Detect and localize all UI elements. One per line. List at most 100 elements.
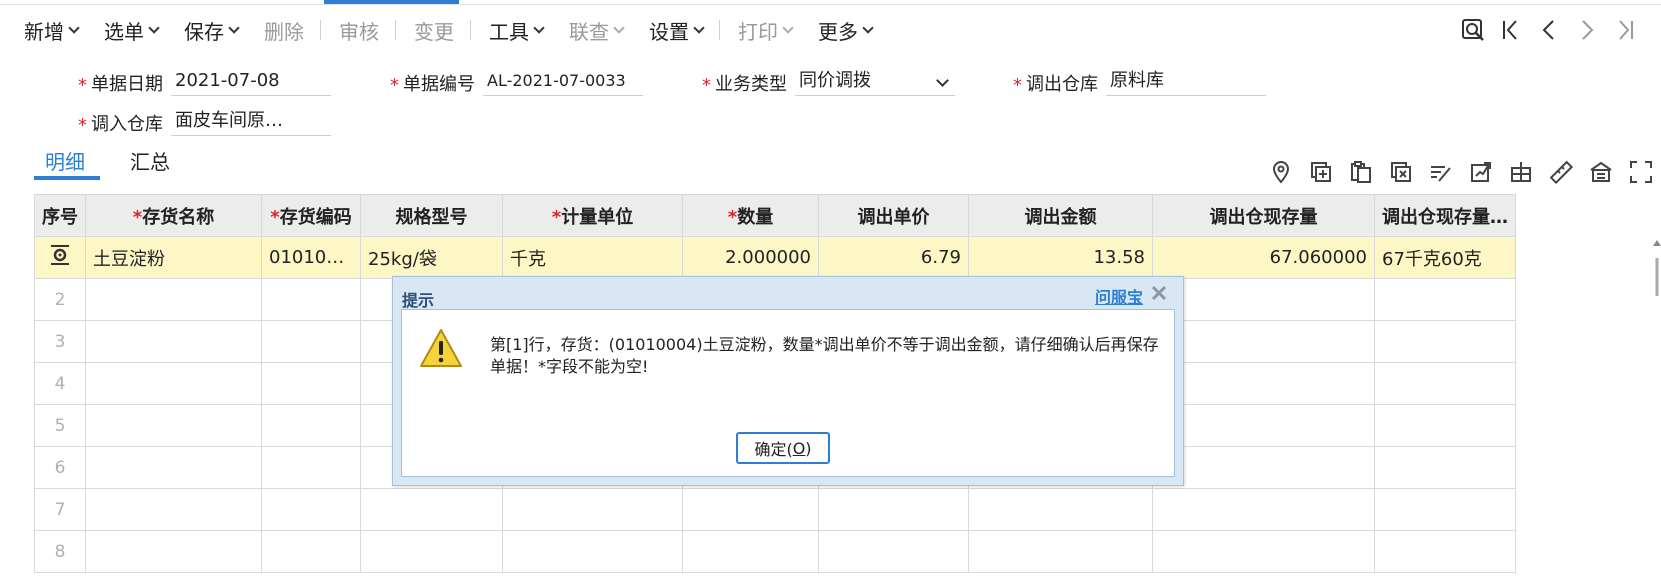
export-icon[interactable] bbox=[1469, 160, 1493, 184]
print-menu[interactable]: 打印 bbox=[738, 6, 794, 54]
col-header-spec[interactable]: 规格型号 bbox=[360, 194, 503, 237]
close-icon[interactable] bbox=[1149, 283, 1169, 303]
grid-cell[interactable] bbox=[85, 404, 262, 447]
col-header-unit-label: 计量单位 bbox=[561, 206, 634, 228]
copy-row-icon[interactable] bbox=[1349, 160, 1373, 184]
grid-cell[interactable] bbox=[261, 278, 361, 321]
tab-detail[interactable]: 明细 bbox=[45, 146, 85, 180]
grid-cell[interactable] bbox=[968, 530, 1153, 573]
add-row-icon[interactable] bbox=[1309, 160, 1333, 184]
linked-query-menu[interactable]: 联查 bbox=[569, 6, 625, 54]
in-warehouse-input[interactable]: 面皮车间原… bbox=[171, 106, 331, 136]
audit-button[interactable]: 审核 bbox=[339, 6, 379, 54]
next-page-icon[interactable] bbox=[1575, 18, 1599, 42]
biz-type-select[interactable]: 同价调拨 bbox=[795, 66, 955, 96]
warehouse-icon[interactable] bbox=[1589, 160, 1613, 184]
row-settings-icon[interactable] bbox=[49, 244, 71, 266]
first-page-icon[interactable] bbox=[1499, 18, 1523, 42]
cell-stock: 67.060000 bbox=[1152, 236, 1375, 279]
audit-button-label: 审核 bbox=[339, 19, 379, 44]
toolbar-separator bbox=[395, 20, 396, 40]
save-menu[interactable]: 保存 bbox=[184, 6, 240, 54]
ok-button[interactable]: 确定(O) bbox=[736, 432, 830, 464]
grid-cell[interactable] bbox=[502, 530, 683, 573]
doc-date-field: * 单据日期 2021-07-08 bbox=[78, 66, 331, 96]
last-page-icon[interactable] bbox=[1613, 18, 1637, 42]
settings-menu[interactable]: 设置 bbox=[649, 6, 705, 54]
select-menu[interactable]: 选单 bbox=[104, 6, 160, 54]
grid-cell[interactable] bbox=[360, 488, 503, 531]
col-header-name[interactable]: *存货名称 bbox=[85, 194, 262, 237]
tools-menu[interactable]: 工具 bbox=[489, 6, 545, 54]
tab-summary[interactable]: 汇总 bbox=[130, 146, 170, 180]
top-divider bbox=[0, 4, 1661, 5]
grid-cell[interactable] bbox=[261, 488, 361, 531]
grid-cell[interactable] bbox=[85, 320, 262, 363]
new-menu[interactable]: 新增 bbox=[24, 6, 80, 54]
search-doc-icon[interactable] bbox=[1461, 18, 1485, 42]
grid-cell[interactable] bbox=[261, 320, 361, 363]
grid-cell[interactable] bbox=[85, 488, 262, 531]
doc-no-input[interactable]: AL-2021-07-0033 bbox=[483, 66, 643, 96]
cell-price[interactable]: 6.79 bbox=[818, 236, 969, 279]
col-header-code[interactable]: *存货编码 bbox=[261, 194, 361, 237]
cell-name[interactable]: 土豆淀粉 bbox=[85, 236, 262, 279]
split-icon[interactable] bbox=[1509, 160, 1533, 184]
grid-cell[interactable] bbox=[682, 488, 819, 531]
grid-cell bbox=[1374, 488, 1516, 531]
col-header-stock[interactable]: 调出仓现存量 bbox=[1152, 194, 1375, 237]
grid-cell[interactable] bbox=[85, 446, 262, 489]
cell-code[interactable]: 01010… bbox=[261, 236, 361, 279]
grid-cell[interactable] bbox=[818, 488, 969, 531]
doc-no-field: * 单据编号 AL-2021-07-0033 bbox=[390, 66, 643, 96]
grid-cell[interactable] bbox=[502, 488, 683, 531]
grid-cell[interactable] bbox=[818, 530, 969, 573]
grid-cell[interactable] bbox=[968, 488, 1153, 531]
table-row[interactable]: 7 bbox=[34, 488, 1516, 531]
out-warehouse-input[interactable]: 原料库 bbox=[1106, 66, 1266, 96]
change-button[interactable]: 变更 bbox=[414, 6, 454, 54]
col-header-qty[interactable]: *数量 bbox=[682, 194, 819, 237]
grid-scrollbar[interactable] bbox=[1653, 236, 1661, 296]
cell-spec[interactable]: 25kg/袋 bbox=[360, 236, 503, 279]
col-header-price[interactable]: 调出单价 bbox=[818, 194, 969, 237]
more-menu[interactable]: 更多 bbox=[818, 6, 874, 54]
grid-cell bbox=[1374, 320, 1516, 363]
help-link[interactable]: 问服宝 bbox=[1095, 284, 1143, 308]
grid-cell[interactable] bbox=[682, 530, 819, 573]
grid-cell bbox=[1152, 362, 1375, 405]
chevron-down-icon bbox=[68, 21, 80, 34]
delete-row-icon[interactable] bbox=[1389, 160, 1413, 184]
grid-cell[interactable] bbox=[360, 530, 503, 573]
row-index-cell[interactable] bbox=[34, 236, 86, 279]
delete-button[interactable]: 删除 bbox=[264, 6, 304, 54]
col-header-amount[interactable]: 调出金额 bbox=[968, 194, 1153, 237]
grid-cell[interactable] bbox=[261, 530, 361, 573]
biz-type-label: 业务类型 bbox=[715, 74, 787, 95]
col-header-unit[interactable]: *计量单位 bbox=[502, 194, 683, 237]
grid-cell[interactable] bbox=[261, 362, 361, 405]
row-index-cell: 6 bbox=[34, 446, 86, 489]
grid-toolbar bbox=[1269, 160, 1661, 185]
doc-date-input[interactable]: 2021-07-08 bbox=[171, 66, 331, 96]
grid-cell[interactable] bbox=[85, 278, 262, 321]
grid-cell[interactable] bbox=[261, 446, 361, 489]
grid-cell[interactable] bbox=[85, 362, 262, 405]
grid-cell[interactable] bbox=[85, 530, 262, 573]
cell-amount[interactable]: 13.58 bbox=[968, 236, 1153, 279]
col-header-stock-unit[interactable]: 调出仓现存量… bbox=[1374, 194, 1516, 237]
grid-cell bbox=[1152, 404, 1375, 447]
toolbar-separator bbox=[719, 20, 720, 40]
table-row[interactable]: 8 bbox=[34, 530, 1516, 573]
ruler-icon[interactable] bbox=[1549, 160, 1574, 185]
table-row[interactable]: 土豆淀粉 01010… 25kg/袋 千克 2.000000 6.79 13.5… bbox=[34, 236, 1516, 279]
grid-cell[interactable] bbox=[261, 404, 361, 447]
cell-unit[interactable]: 千克 bbox=[502, 236, 683, 279]
grid-cell bbox=[1374, 404, 1516, 447]
fullscreen-icon[interactable] bbox=[1629, 160, 1653, 184]
batch-edit-icon[interactable] bbox=[1429, 160, 1453, 184]
prev-page-icon[interactable] bbox=[1537, 18, 1561, 42]
location-pin-icon[interactable] bbox=[1269, 160, 1293, 184]
cell-qty[interactable]: 2.000000 bbox=[682, 236, 819, 279]
chevron-down-icon bbox=[693, 21, 705, 34]
